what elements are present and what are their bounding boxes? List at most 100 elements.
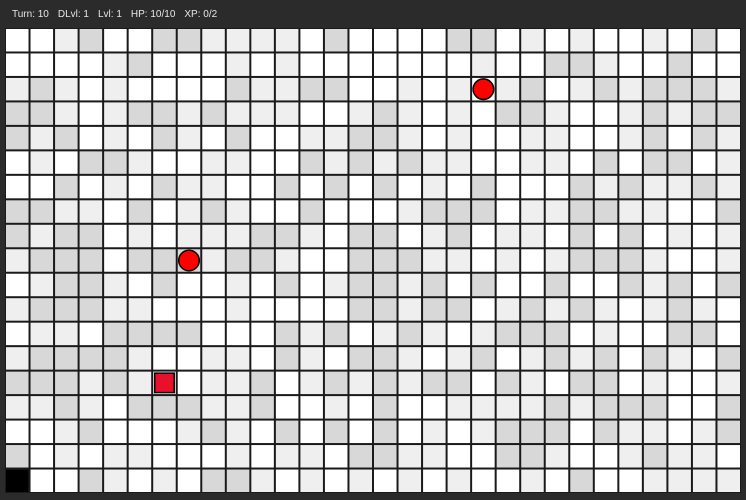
floor-tile[interactable] [374,347,397,370]
floor-tile[interactable] [594,469,618,492]
floor-tile[interactable] [570,77,593,101]
floor-tile[interactable] [496,322,520,346]
floor-tile[interactable] [30,322,54,346]
floor-tile[interactable] [153,273,176,297]
floor-tile[interactable] [6,53,29,76]
floor-tile[interactable] [226,77,250,101]
floor-tile[interactable] [104,347,127,370]
floor-tile[interactable] [496,126,520,150]
floor-tile[interactable] [374,322,397,346]
floor-tile[interactable] [374,445,397,468]
floor-tile[interactable] [423,298,446,321]
floor-tile[interactable] [423,53,446,76]
floor-tile[interactable] [692,347,716,370]
floor-tile[interactable] [374,102,397,125]
floor-tile[interactable] [79,371,103,395]
floor-tile[interactable] [423,102,446,125]
floor-tile[interactable] [226,420,250,444]
floor-tile[interactable] [570,469,593,492]
floor-tile[interactable] [55,298,78,321]
floor-tile[interactable] [594,224,618,248]
floor-tile[interactable] [104,249,127,272]
floor-tile[interactable] [202,224,225,248]
floor-tile[interactable] [594,175,618,199]
floor-tile[interactable] [447,29,471,52]
floor-tile[interactable] [423,420,446,444]
floor-tile[interactable] [692,371,716,395]
floor-tile[interactable] [374,29,397,52]
floor-tile[interactable] [717,200,740,223]
floor-tile[interactable] [374,224,397,248]
floor-tile[interactable] [545,151,569,174]
floor-tile[interactable] [202,322,225,346]
floor-tile[interactable] [226,151,250,174]
floor-tile[interactable] [496,224,520,248]
floor-tile[interactable] [423,273,446,297]
floor-tile[interactable] [275,396,299,419]
floor-tile[interactable] [668,347,691,370]
floor-tile[interactable] [128,175,152,199]
floor-tile[interactable] [496,298,520,321]
floor-tile[interactable] [275,469,299,492]
floor-tile[interactable] [594,77,618,101]
floor-tile[interactable] [668,29,691,52]
floor-tile[interactable] [300,322,323,346]
floor-tile[interactable] [104,77,127,101]
floor-tile[interactable] [275,77,299,101]
floor-tile[interactable] [177,29,201,52]
floor-tile[interactable] [447,53,471,76]
floor-tile[interactable] [619,371,642,395]
floor-tile[interactable] [275,200,299,223]
floor-tile[interactable] [374,53,397,76]
floor-tile[interactable] [423,249,446,272]
floor-tile[interactable] [398,224,422,248]
floor-tile[interactable] [79,224,103,248]
floor-tile[interactable] [6,445,29,468]
floor-tile[interactable] [496,469,520,492]
floor-tile[interactable] [496,151,520,174]
floor-tile[interactable] [6,77,29,101]
floor-tile[interactable] [251,77,274,101]
floor-tile[interactable] [570,371,593,395]
floor-tile[interactable] [496,175,520,199]
floor-tile[interactable] [717,469,740,492]
floor-tile[interactable] [521,371,544,395]
floor-tile[interactable] [619,322,642,346]
floor-tile[interactable] [300,273,323,297]
floor-tile[interactable] [668,175,691,199]
floor-tile[interactable] [398,151,422,174]
floor-tile[interactable] [251,322,274,346]
floor-tile[interactable] [398,445,422,468]
floor-tile[interactable] [570,102,593,125]
floor-tile[interactable] [30,53,54,76]
floor-tile[interactable] [521,175,544,199]
floor-tile[interactable] [668,77,691,101]
floor-tile[interactable] [374,77,397,101]
floor-tile[interactable] [104,126,127,150]
floor-tile[interactable] [668,420,691,444]
floor-tile[interactable] [496,347,520,370]
floor-tile[interactable] [594,151,618,174]
floor-tile[interactable] [472,29,495,52]
floor-tile[interactable] [177,126,201,150]
floor-tile[interactable] [545,249,569,272]
floor-tile[interactable] [668,249,691,272]
floor-tile[interactable] [202,420,225,444]
floor-tile[interactable] [55,200,78,223]
game-board[interactable] [5,28,741,493]
floor-tile[interactable] [717,224,740,248]
floor-tile[interactable] [202,273,225,297]
floor-tile[interactable] [177,445,201,468]
floor-tile[interactable] [324,151,348,174]
floor-tile[interactable] [423,322,446,346]
floor-tile[interactable] [275,322,299,346]
floor-tile[interactable] [300,371,323,395]
floor-tile[interactable] [104,151,127,174]
floor-tile[interactable] [643,151,667,174]
floor-tile[interactable] [668,322,691,346]
floor-tile[interactable] [324,102,348,125]
floor-tile[interactable] [55,249,78,272]
floor-tile[interactable] [30,249,54,272]
floor-tile[interactable] [30,77,54,101]
floor-tile[interactable] [717,126,740,150]
